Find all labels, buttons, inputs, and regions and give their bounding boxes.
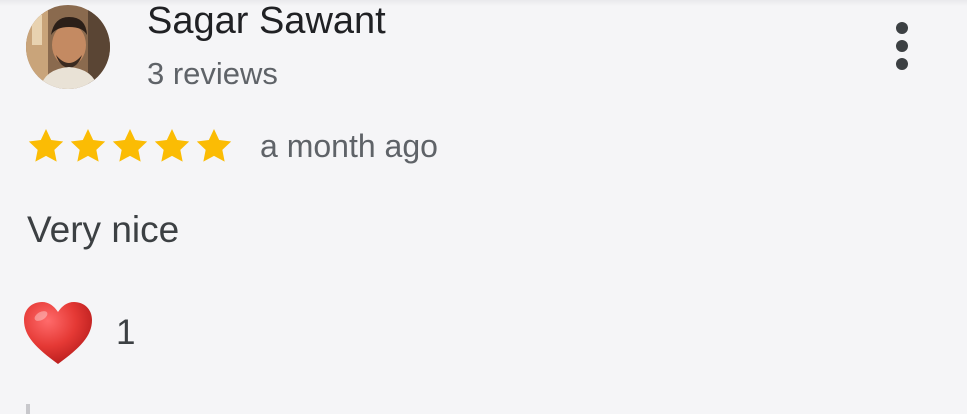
review-time: a month ago bbox=[260, 128, 438, 164]
star-icon bbox=[196, 129, 232, 162]
next-item-edge bbox=[26, 404, 30, 414]
avatar-photo bbox=[26, 5, 110, 89]
star-icon bbox=[112, 129, 148, 162]
star-icon bbox=[28, 129, 64, 162]
star-rating bbox=[26, 126, 234, 166]
star-icon bbox=[70, 129, 106, 162]
more-vertical-icon-dot bbox=[896, 58, 908, 70]
review-card: Sagar Sawant 3 reviews a month ago Very … bbox=[0, 0, 967, 414]
rating-row: a month ago bbox=[26, 124, 438, 168]
more-options-button[interactable] bbox=[882, 16, 922, 76]
reaction-count: 1 bbox=[116, 313, 136, 352]
reviewer-name[interactable]: Sagar Sawant bbox=[147, 0, 386, 42]
reaction-button[interactable]: 1 bbox=[22, 298, 135, 368]
review-text: Very nice bbox=[27, 209, 180, 250]
red-heart-icon bbox=[24, 302, 92, 364]
star-icon bbox=[154, 129, 190, 162]
more-vertical-icon bbox=[896, 22, 908, 34]
reviewer-review-count[interactable]: 3 reviews bbox=[147, 56, 278, 92]
more-vertical-icon-dot bbox=[896, 40, 908, 52]
reviewer-avatar[interactable] bbox=[26, 5, 110, 89]
